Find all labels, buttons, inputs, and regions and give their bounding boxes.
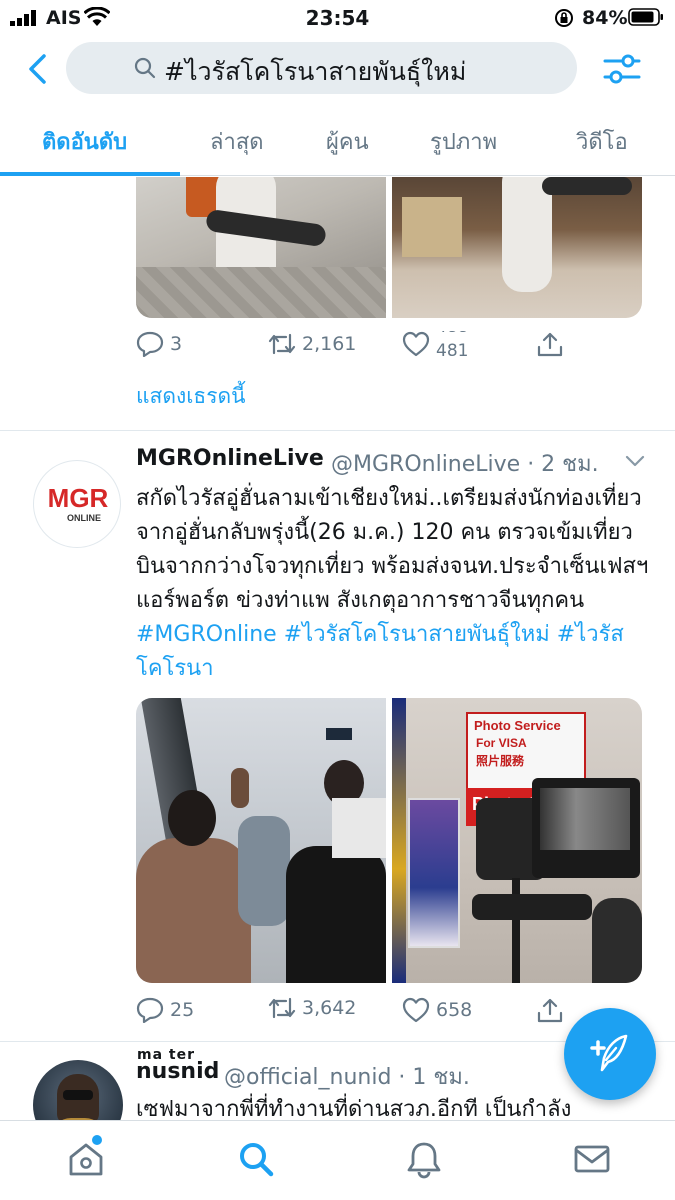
retweet-button[interactable]: 2,161	[268, 331, 356, 357]
svg-text:MGR: MGR	[48, 483, 109, 513]
tweet-text: เซฟมาจากพี่ที่ทำงานที่ด่านสวภ.อีกที เป็น…	[136, 1097, 572, 1120]
tweet-body: สกัดไวรัสอู่ฮั่นลามเข้าเชียงใหม่..เตรียม…	[136, 486, 649, 613]
tweet-text: สกัดไวรัสอู่ฮั่นลามเข้าเชียงใหม่..เตรียม…	[136, 482, 656, 686]
share-button[interactable]	[536, 997, 564, 1023]
photo-detail	[392, 698, 406, 983]
like-icon	[402, 331, 430, 357]
tab-latest[interactable]: ล่าสุด	[210, 124, 264, 159]
tab-videos[interactable]: วิดีโอ	[576, 124, 628, 159]
search-tabs: ติดอันดับ ล่าสุด ผู้คน รูปภาพ วิดีโอ	[0, 110, 675, 176]
retweet-button[interactable]: 3,642	[268, 995, 356, 1021]
search-results-feed: 3 2,161 488 481 แสดงเธรดนี้ MGR ONLINE M…	[0, 177, 675, 1120]
reply-button[interactable]: 25	[136, 997, 194, 1023]
photo-detail	[63, 1090, 93, 1100]
photo-detail	[540, 788, 630, 850]
like-button[interactable]: 488 481	[402, 331, 476, 357]
photo-sign-text: 照片服務	[476, 754, 525, 768]
share-icon	[537, 998, 563, 1023]
show-thread-link[interactable]: แสดงเธรดนี้	[136, 380, 246, 413]
photo-detail	[168, 790, 216, 846]
author-handle-time: @MGROnlineLive · 2 ชม.	[331, 452, 599, 477]
tab-photos[interactable]: รูปภาพ	[430, 124, 497, 159]
photo-detail	[136, 838, 251, 983]
compose-icon	[590, 1034, 628, 1072]
active-tab-indicator	[0, 172, 180, 176]
bottom-navigation	[0, 1120, 675, 1200]
lock-rotation-icon	[555, 9, 573, 27]
tweet-divider	[0, 430, 675, 431]
like-count-outgoing: 488	[436, 331, 468, 337]
photo-detail	[332, 798, 386, 858]
reply-icon	[136, 331, 164, 357]
battery-icon	[628, 8, 663, 26]
tweet-photo[interactable]	[392, 177, 642, 318]
tweet-photos[interactable]: Photo Service For VISA 照片服務 Photo S	[136, 698, 642, 983]
like-count-incoming: 481	[436, 341, 469, 357]
photo-detail	[286, 846, 386, 983]
compose-tweet-button[interactable]	[564, 1008, 656, 1100]
explore-icon[interactable]	[236, 1139, 276, 1179]
chevron-down-icon[interactable]	[624, 454, 646, 468]
messages-icon[interactable]	[572, 1139, 612, 1179]
search-input[interactable]: #ไวรัสโคโรนาสายพันธุ์ใหม่	[66, 42, 577, 94]
tab-top[interactable]: ติดอันดับ	[42, 124, 127, 159]
back-icon[interactable]	[24, 52, 54, 86]
author-name[interactable]: nusnid	[136, 1059, 219, 1084]
search-query: #ไวรัสโคโรนาสายพันธุ์ใหม่	[164, 57, 467, 86]
photo-detail	[326, 728, 352, 740]
like-count: 658	[436, 999, 473, 1021]
reply-count: 3	[170, 333, 183, 355]
status-bar: AIS 23:54 84%	[0, 0, 675, 36]
tweet-photo[interactable]	[136, 177, 386, 318]
photo-detail	[136, 267, 386, 318]
home-notification-dot	[92, 1135, 102, 1145]
photo-detail	[532, 778, 640, 878]
reply-button[interactable]: 3	[136, 331, 182, 357]
like-button[interactable]: 658	[402, 997, 472, 1023]
filter-icon[interactable]	[602, 50, 642, 88]
home-icon[interactable]	[66, 1139, 106, 1179]
like-icon	[402, 997, 430, 1023]
author-handle-time: @official_nunid · 1 ชม.	[224, 1065, 470, 1090]
tweet-photo[interactable]	[136, 698, 386, 983]
tweet-photos[interactable]	[136, 177, 642, 318]
avatar[interactable]: MGR ONLINE	[33, 460, 121, 548]
svg-text:ONLINE: ONLINE	[67, 513, 101, 523]
retweet-icon	[268, 333, 296, 355]
retweet-count: 2,161	[302, 333, 357, 355]
photo-detail	[402, 197, 462, 257]
share-icon	[537, 332, 563, 357]
photo-detail	[472, 894, 592, 920]
photo-detail	[502, 177, 552, 292]
search-icon	[134, 57, 156, 79]
hashtag-link[interactable]: #ไวรัสโคโรนาสายพันธุ์ใหม่	[284, 622, 550, 647]
retweet-count: 3,642	[302, 997, 357, 1019]
photo-detail	[231, 768, 249, 808]
photo-detail	[542, 177, 632, 195]
mgr-logo: MGR ONLINE	[48, 483, 109, 523]
hashtag-link[interactable]: #MGROnline	[136, 622, 277, 647]
photo-detail	[238, 816, 290, 926]
retweet-icon	[268, 997, 296, 1019]
tab-people[interactable]: ผู้คน	[326, 124, 369, 159]
like-counter-animating: 488 481	[436, 331, 476, 357]
photo-sign-text: Photo Service	[474, 718, 561, 733]
battery-percent: 84%	[582, 7, 628, 29]
reply-count: 25	[170, 999, 195, 1021]
tweet-photo[interactable]: Photo Service For VISA 照片服務 Photo S	[392, 698, 642, 983]
photo-detail	[408, 798, 460, 948]
share-button[interactable]	[536, 331, 564, 357]
photo-detail	[592, 898, 642, 983]
photo-sign-text: For VISA	[476, 736, 527, 750]
reply-icon	[136, 997, 164, 1023]
avatar[interactable]	[33, 1060, 123, 1120]
author-name[interactable]: MGROnlineLive	[136, 446, 324, 471]
notifications-icon[interactable]	[404, 1139, 444, 1179]
